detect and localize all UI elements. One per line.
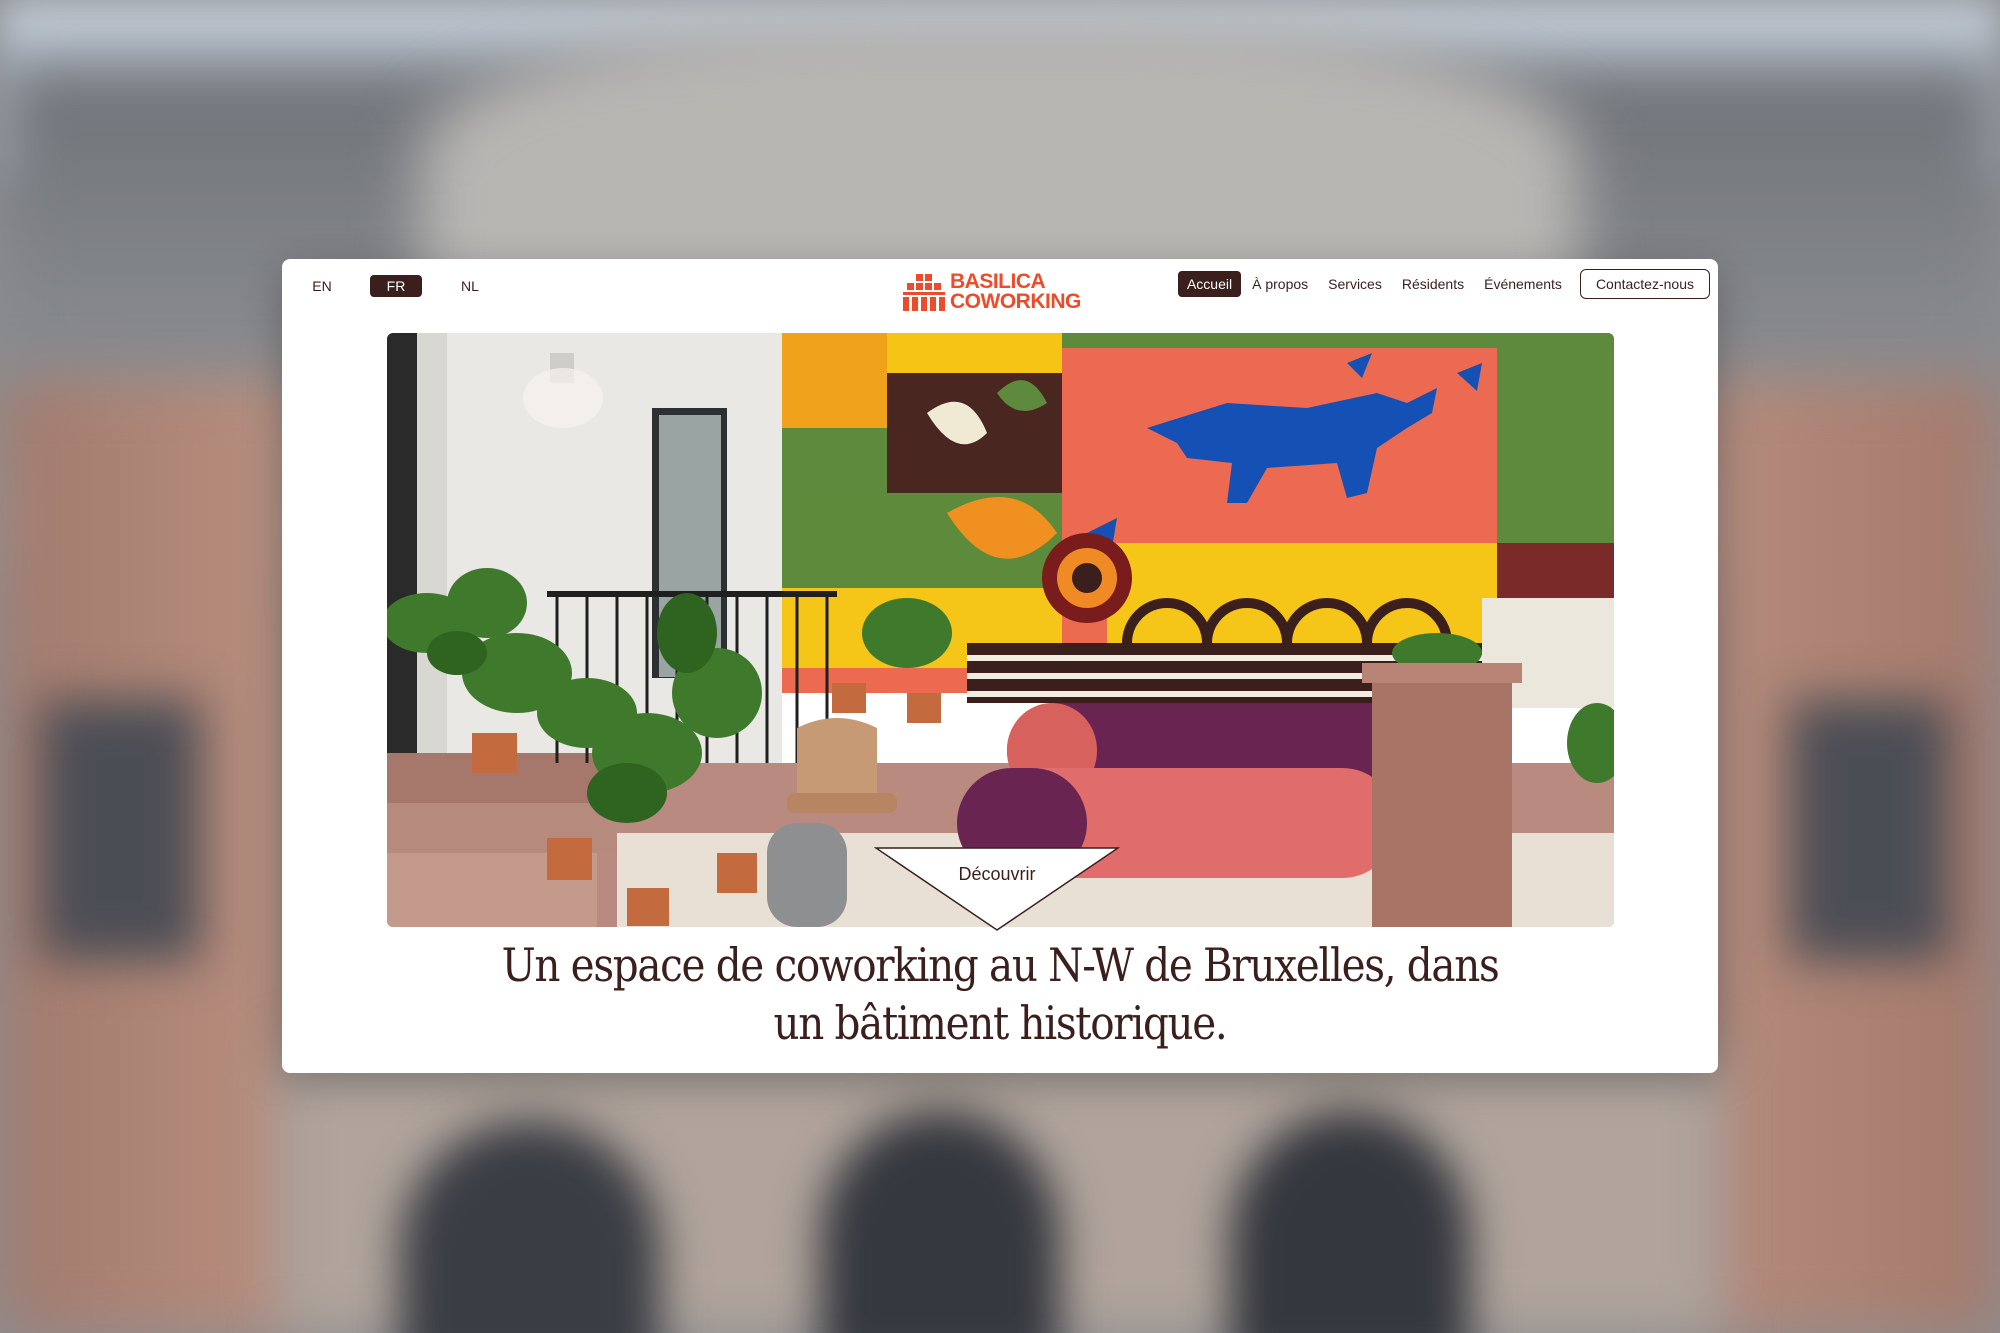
website-window: EN FR NL BASILICA COWORKING Accueil À pr… xyxy=(282,259,1718,1073)
lang-fr[interactable]: FR xyxy=(370,275,422,297)
nav-residents[interactable]: Résidents xyxy=(1393,271,1473,297)
nav-a-propos[interactable]: À propos xyxy=(1243,271,1317,297)
nav-evenements[interactable]: Événements xyxy=(1475,271,1571,297)
nav-accueil[interactable]: Accueil xyxy=(1177,271,1242,297)
basilica-logo-icon xyxy=(903,274,945,311)
lang-nl[interactable]: NL xyxy=(444,275,496,297)
down-arrow-triangle-icon xyxy=(873,847,1121,931)
headline-line2: un bâtiment historique. xyxy=(773,996,1227,1050)
main-nav: Accueil À propos Services Résidents Évén… xyxy=(1176,269,1710,299)
logo-wordmark: BASILICA COWORKING xyxy=(950,270,1081,313)
logo-line1: BASILICA xyxy=(950,270,1046,293)
logo-line2: COWORKING xyxy=(950,290,1081,313)
contact-button[interactable]: Contactez-nous xyxy=(1579,269,1710,299)
lang-en[interactable]: EN xyxy=(296,275,348,297)
headline-line1: Un espace de coworking au N-W de Bruxell… xyxy=(501,938,1500,992)
logo[interactable]: BASILICA COWORKING xyxy=(902,269,1102,315)
discover-label: Découvrir xyxy=(958,864,1036,884)
discover-button[interactable]: Découvrir xyxy=(873,846,1121,932)
page-headline: Un espace de coworking au N-W de Bruxell… xyxy=(368,936,1632,1052)
nav-services[interactable]: Services xyxy=(1319,271,1391,297)
language-switcher: EN FR NL xyxy=(296,275,518,297)
hero-image xyxy=(387,333,1614,927)
